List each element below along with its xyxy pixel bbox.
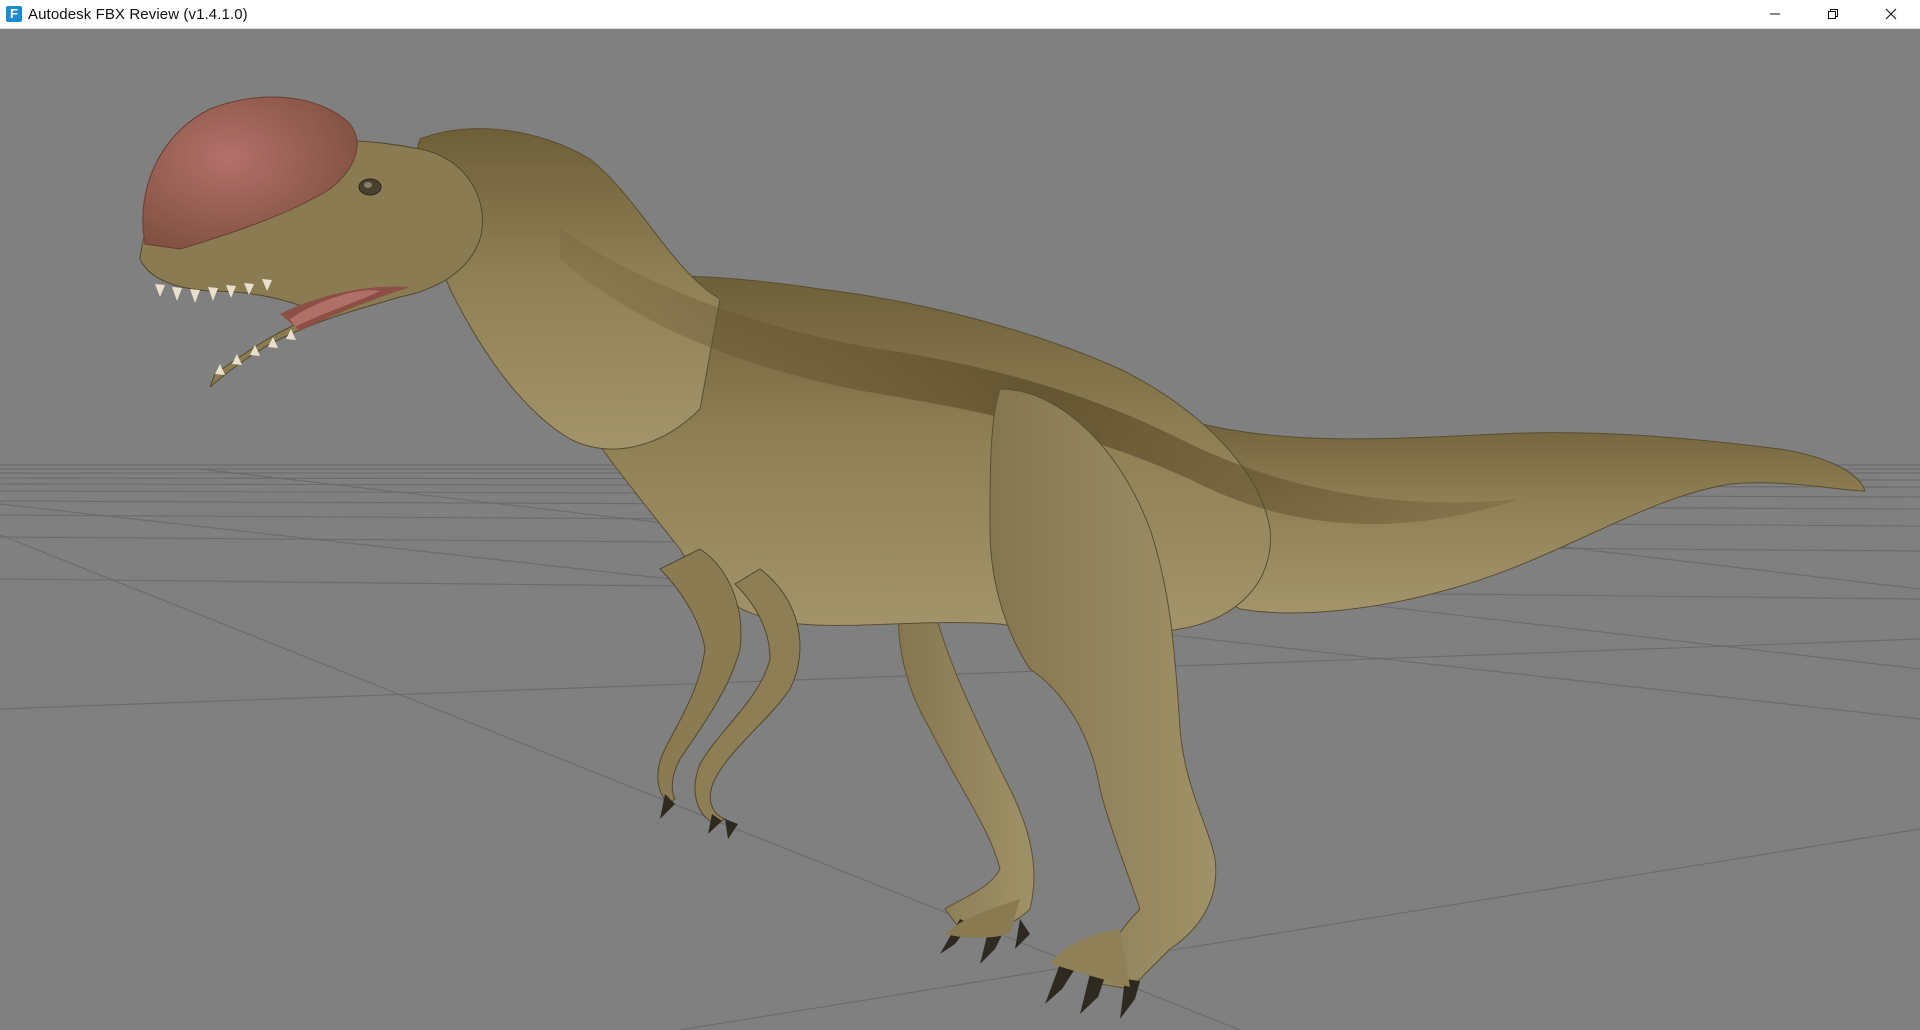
caption-buttons (1746, 0, 1920, 28)
3d-viewport[interactable] (0, 29, 1920, 1030)
scene-canvas[interactable] (0, 29, 1920, 1030)
fbx-review-window: F Autodesk FBX Review (v1.4.1.0) (0, 0, 1920, 1030)
minimize-icon (1770, 13, 1780, 15)
dinosaur-model[interactable] (139, 96, 1866, 1019)
fbx-app-icon: F (6, 6, 22, 22)
restore-icon (1828, 9, 1838, 19)
close-icon (1885, 8, 1897, 20)
minimize-button[interactable] (1746, 0, 1804, 28)
title-bar[interactable]: F Autodesk FBX Review (v1.4.1.0) (0, 0, 1920, 29)
close-button[interactable] (1862, 0, 1920, 28)
restore-button[interactable] (1804, 0, 1862, 28)
window-title: Autodesk FBX Review (v1.4.1.0) (28, 5, 248, 23)
